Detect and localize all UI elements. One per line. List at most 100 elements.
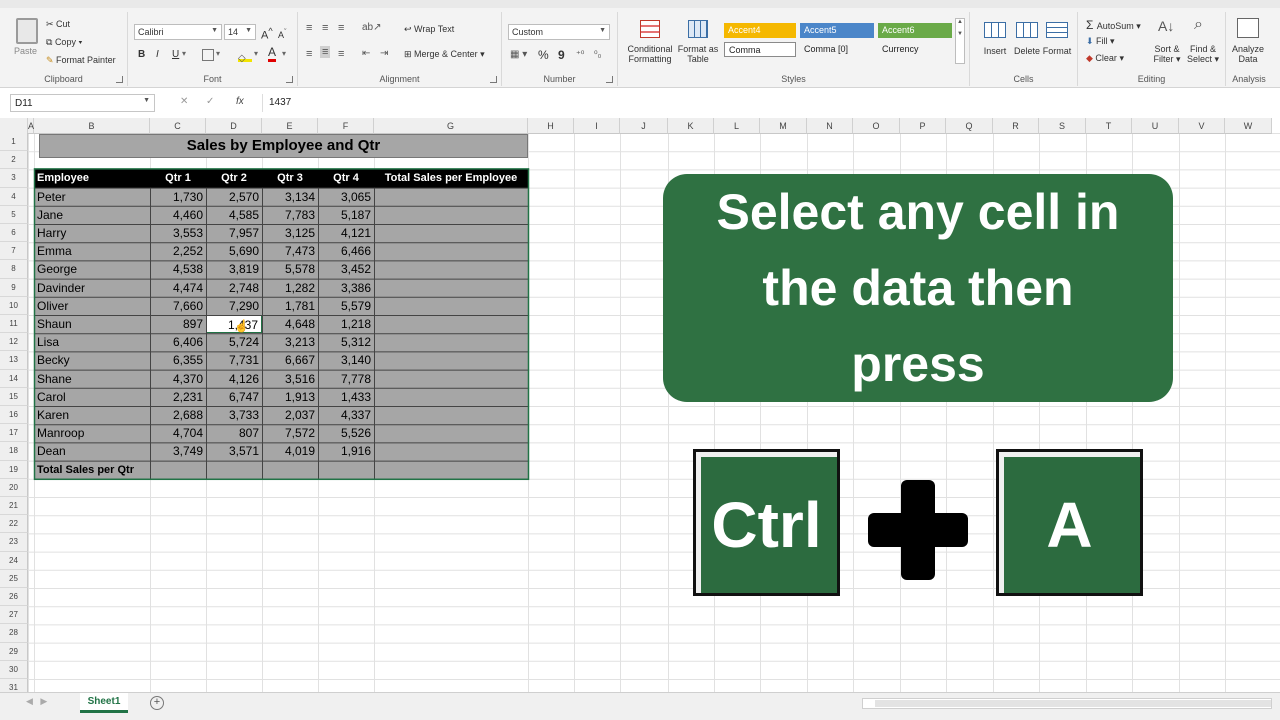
employee-name[interactable]: Shane — [34, 370, 150, 388]
sheet-tab-sheet1[interactable]: Sheet1 — [80, 693, 128, 713]
total-employee-cell[interactable] — [374, 206, 528, 224]
column-header-g[interactable]: G — [374, 118, 528, 134]
table-value[interactable]: 3,733 — [206, 406, 262, 424]
row-header-12[interactable]: 12 — [0, 333, 28, 352]
underline-button[interactable]: U — [172, 49, 179, 60]
column-header-c[interactable]: C — [150, 118, 206, 134]
table-value[interactable]: 5,187 — [318, 206, 374, 224]
align-middle-icon[interactable]: ≡ — [322, 22, 328, 34]
number-format-select[interactable]: Custom ▼ — [508, 24, 610, 40]
total-employee-cell[interactable] — [374, 424, 528, 442]
table-value[interactable]: 4,648 — [262, 315, 318, 333]
table-value[interactable]: 1,433 — [318, 388, 374, 406]
enter-icon[interactable]: ✓ — [206, 96, 214, 107]
table-value[interactable]: 4,460 — [150, 206, 206, 224]
total-employee-cell[interactable] — [374, 297, 528, 315]
table-value[interactable]: 4,121 — [318, 224, 374, 242]
row-header-2[interactable]: 2 — [0, 151, 28, 170]
table-value[interactable]: 5,690 — [206, 242, 262, 260]
total-employee-cell[interactable] — [374, 442, 528, 460]
column-header-e[interactable]: E — [262, 118, 318, 134]
column-header-i[interactable]: I — [574, 118, 620, 134]
table-value[interactable]: 4,370 — [150, 370, 206, 388]
column-header-o[interactable]: O — [853, 118, 900, 134]
row-header-17[interactable]: 17 — [0, 424, 28, 443]
employee-name[interactable]: Oliver — [34, 297, 150, 315]
cancel-icon[interactable]: ✕ — [180, 96, 188, 107]
horizontal-scrollbar[interactable] — [862, 698, 1272, 709]
row-header-21[interactable]: 21 — [0, 497, 28, 516]
align-top-icon[interactable]: ≡ — [306, 22, 312, 34]
analyze-data-icon[interactable] — [1237, 18, 1259, 38]
row-header-27[interactable]: 27 — [0, 606, 28, 625]
row-header-25[interactable]: 25 — [0, 569, 28, 588]
decrease-font-button[interactable]: Aˇ — [278, 27, 287, 40]
table-value[interactable]: 6,747 — [206, 388, 262, 406]
column-header-h[interactable]: H — [528, 118, 574, 134]
paste-icon[interactable] — [16, 18, 38, 44]
table-value[interactable]: 7,660 — [150, 297, 206, 315]
autosum-button[interactable]: Σ AutoSum ▾ — [1086, 18, 1141, 32]
table-value[interactable]: 7,731 — [206, 351, 262, 369]
total-employee-cell[interactable] — [374, 224, 528, 242]
style-accent6[interactable]: Accent6 — [878, 23, 952, 38]
employee-name[interactable]: Manroop — [34, 424, 150, 442]
decrease-indent-icon[interactable]: ⇤ — [362, 48, 370, 59]
table-value[interactable]: 7,783 — [262, 206, 318, 224]
column-header-l[interactable]: L — [714, 118, 760, 134]
column-title-5[interactable]: Total Sales per Employee — [374, 169, 528, 187]
table-value[interactable]: 6,466 — [318, 242, 374, 260]
table-value[interactable]: 3,749 — [150, 442, 206, 460]
total-row-label[interactable]: Total Sales per Qtr — [34, 461, 190, 479]
table-value[interactable]: 2,748 — [206, 279, 262, 297]
clear-button[interactable]: ◆ Clear ▾ — [1086, 53, 1124, 64]
column-header-r[interactable]: R — [993, 118, 1039, 134]
table-value[interactable]: 5,526 — [318, 424, 374, 442]
delete-button[interactable]: Delete — [1010, 46, 1044, 56]
delete-cells-icon[interactable] — [1016, 22, 1038, 38]
table-value[interactable]: 807 — [206, 424, 262, 442]
column-title-3[interactable]: Qtr 3 — [262, 169, 318, 187]
row-header-28[interactable]: 28 — [0, 624, 28, 643]
table-value[interactable]: 4,585 — [206, 206, 262, 224]
column-title-0[interactable]: Employee — [34, 169, 150, 187]
employee-name[interactable]: George — [34, 260, 150, 278]
total-employee-cell[interactable] — [374, 188, 528, 206]
employee-name[interactable]: Lisa — [34, 333, 150, 351]
align-center-icon[interactable]: ≡ — [320, 46, 331, 58]
copy-button[interactable]: ⧉ Copy ▾ — [46, 37, 82, 48]
column-header-f[interactable]: F — [318, 118, 374, 134]
table-value[interactable]: 3,819 — [206, 260, 262, 278]
column-header-t[interactable]: T — [1086, 118, 1132, 134]
italic-button[interactable]: I — [156, 49, 159, 60]
format-as-table-icon[interactable] — [688, 20, 708, 38]
table-value[interactable]: 1,913 — [262, 388, 318, 406]
orientation-icon[interactable]: ab↗ — [362, 22, 382, 33]
column-header-m[interactable]: M — [760, 118, 807, 134]
table-value[interactable]: 4,337 — [318, 406, 374, 424]
employee-name[interactable]: Karen — [34, 406, 150, 424]
conditional-formatting-button[interactable]: Conditional Formatting — [622, 44, 678, 64]
font-color-button[interactable]: A — [268, 46, 277, 62]
align-right-icon[interactable]: ≡ — [338, 48, 344, 60]
table-value[interactable]: 3,386 — [318, 279, 374, 297]
accounting-format-icon[interactable]: ▦ ▾ — [510, 49, 527, 60]
align-bottom-icon[interactable]: ≡ — [338, 22, 344, 34]
style-comma[interactable]: Comma — [724, 42, 796, 57]
row-header-14[interactable]: 14 — [0, 369, 28, 388]
paste-button[interactable]: Paste — [14, 46, 37, 56]
column-title-4[interactable]: Qtr 4 — [318, 169, 374, 187]
total-employee-cell[interactable] — [374, 242, 528, 260]
table-value[interactable]: 6,406 — [150, 333, 206, 351]
row-header-3[interactable]: 3 — [0, 169, 28, 188]
fill-color-icon[interactable]: ◇ — [238, 48, 252, 64]
table-value[interactable]: 1,282 — [262, 279, 318, 297]
table-value[interactable]: 1,218 — [318, 315, 374, 333]
employee-name[interactable]: Harry — [34, 224, 150, 242]
borders-icon[interactable] — [202, 49, 214, 61]
table-value[interactable]: 5,724 — [206, 333, 262, 351]
table-value[interactable]: 6,355 — [150, 351, 206, 369]
insert-function-button[interactable]: fx — [236, 96, 244, 107]
increase-font-button[interactable]: A^ — [261, 26, 273, 42]
row-header-10[interactable]: 10 — [0, 296, 28, 315]
